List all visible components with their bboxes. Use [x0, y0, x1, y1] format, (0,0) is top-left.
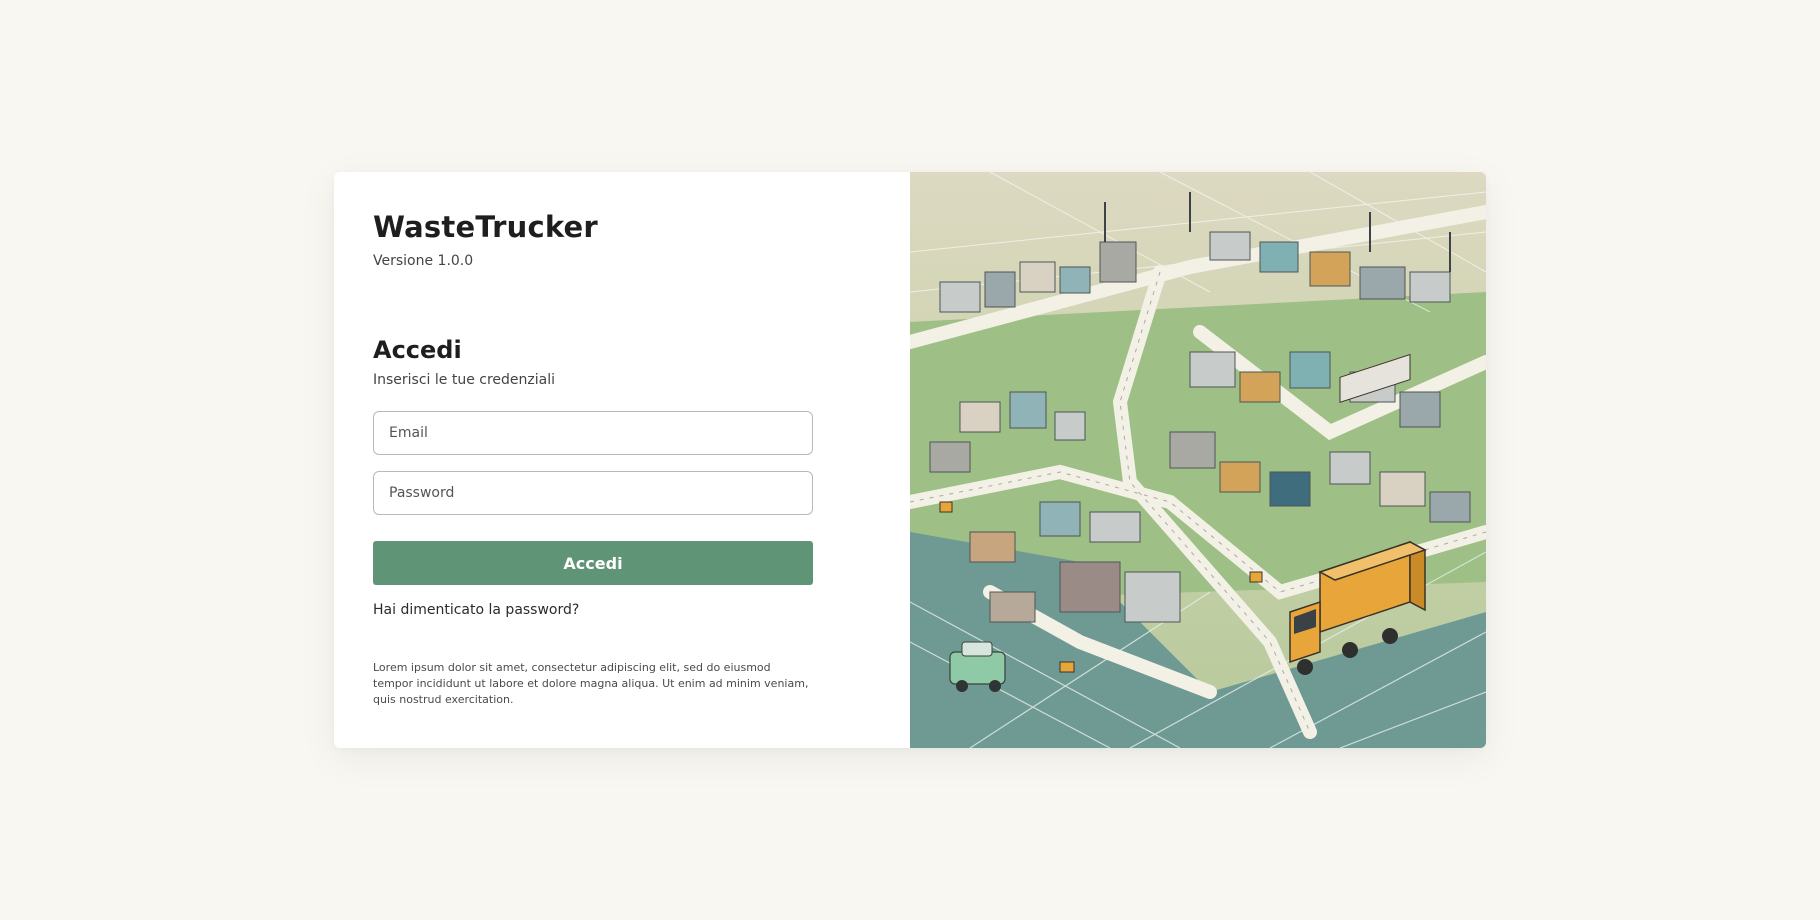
- legal-text: Lorem ipsum dolor sit amet, consectetur …: [373, 661, 809, 706]
- forgot-password-link[interactable]: Hai dimenticato la password?: [373, 602, 579, 618]
- login-title: Accedi: [373, 336, 462, 364]
- city-illustration-svg: [910, 172, 1486, 748]
- app-title: WasteTrucker: [373, 210, 598, 244]
- city-illustration: [910, 172, 1486, 748]
- login-subtitle: Inserisci le tue credenziali: [373, 372, 555, 388]
- password-field[interactable]: [373, 471, 813, 515]
- login-card: WasteTrucker Versione 1.0.0 Accedi Inser…: [334, 172, 1486, 748]
- login-panel: WasteTrucker Versione 1.0.0 Accedi Inser…: [334, 172, 910, 748]
- login-button[interactable]: Accedi: [373, 541, 813, 585]
- app-version: Versione 1.0.0: [373, 253, 474, 269]
- email-field[interactable]: [373, 411, 813, 455]
